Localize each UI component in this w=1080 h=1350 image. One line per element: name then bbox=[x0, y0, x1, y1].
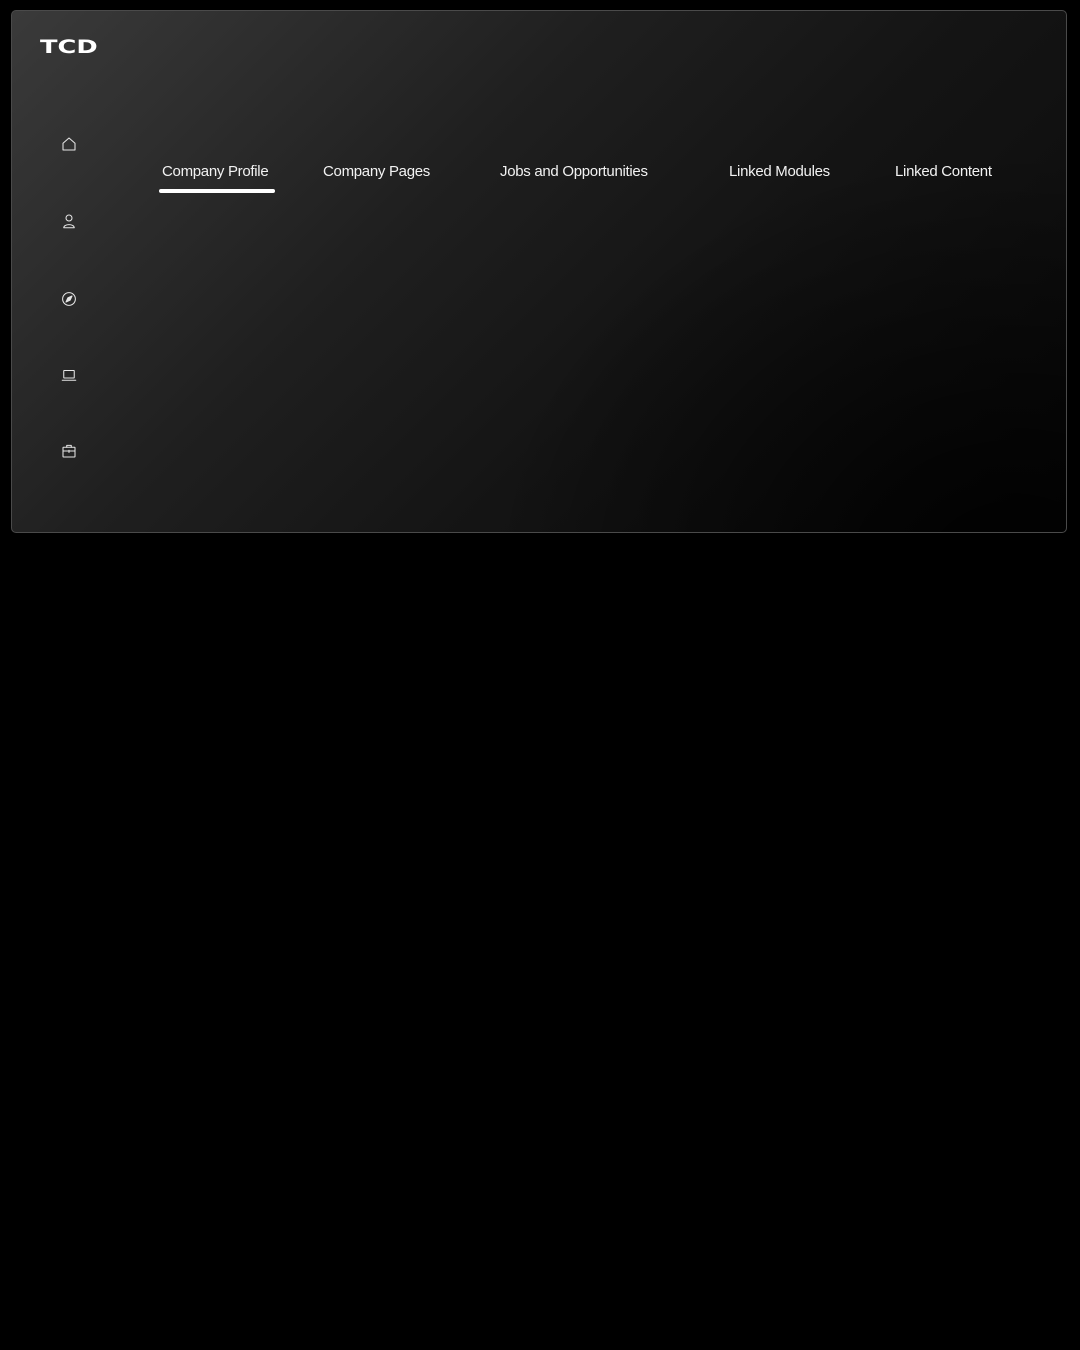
sidebar-item-explore[interactable] bbox=[59, 289, 79, 309]
tab-bar: Company Profile Company Pages Jobs and O… bbox=[12, 161, 1066, 201]
sidebar-nav bbox=[12, 11, 132, 532]
active-tab-indicator bbox=[159, 189, 275, 193]
sidebar-item-jobs[interactable] bbox=[59, 441, 79, 461]
user-icon bbox=[63, 214, 75, 229]
laptop-icon bbox=[61, 369, 77, 381]
tab-company-pages[interactable]: Company Pages bbox=[323, 163, 430, 180]
main-window: TCD Company Profile Company Pages Jobs a… bbox=[11, 10, 1067, 533]
compass-icon bbox=[62, 292, 76, 306]
tab-linked-content[interactable]: Linked Content bbox=[895, 163, 992, 180]
briefcase-icon bbox=[62, 444, 76, 458]
home-icon bbox=[62, 137, 76, 151]
tab-jobs-and-opportunities[interactable]: Jobs and Opportunities bbox=[500, 163, 648, 180]
tab-linked-modules[interactable]: Linked Modules bbox=[729, 163, 830, 180]
sidebar-item-devices[interactable] bbox=[59, 365, 79, 385]
sidebar-item-home[interactable] bbox=[59, 134, 79, 154]
sidebar-item-profile[interactable] bbox=[59, 211, 79, 231]
tab-company-profile[interactable]: Company Profile bbox=[162, 163, 269, 180]
